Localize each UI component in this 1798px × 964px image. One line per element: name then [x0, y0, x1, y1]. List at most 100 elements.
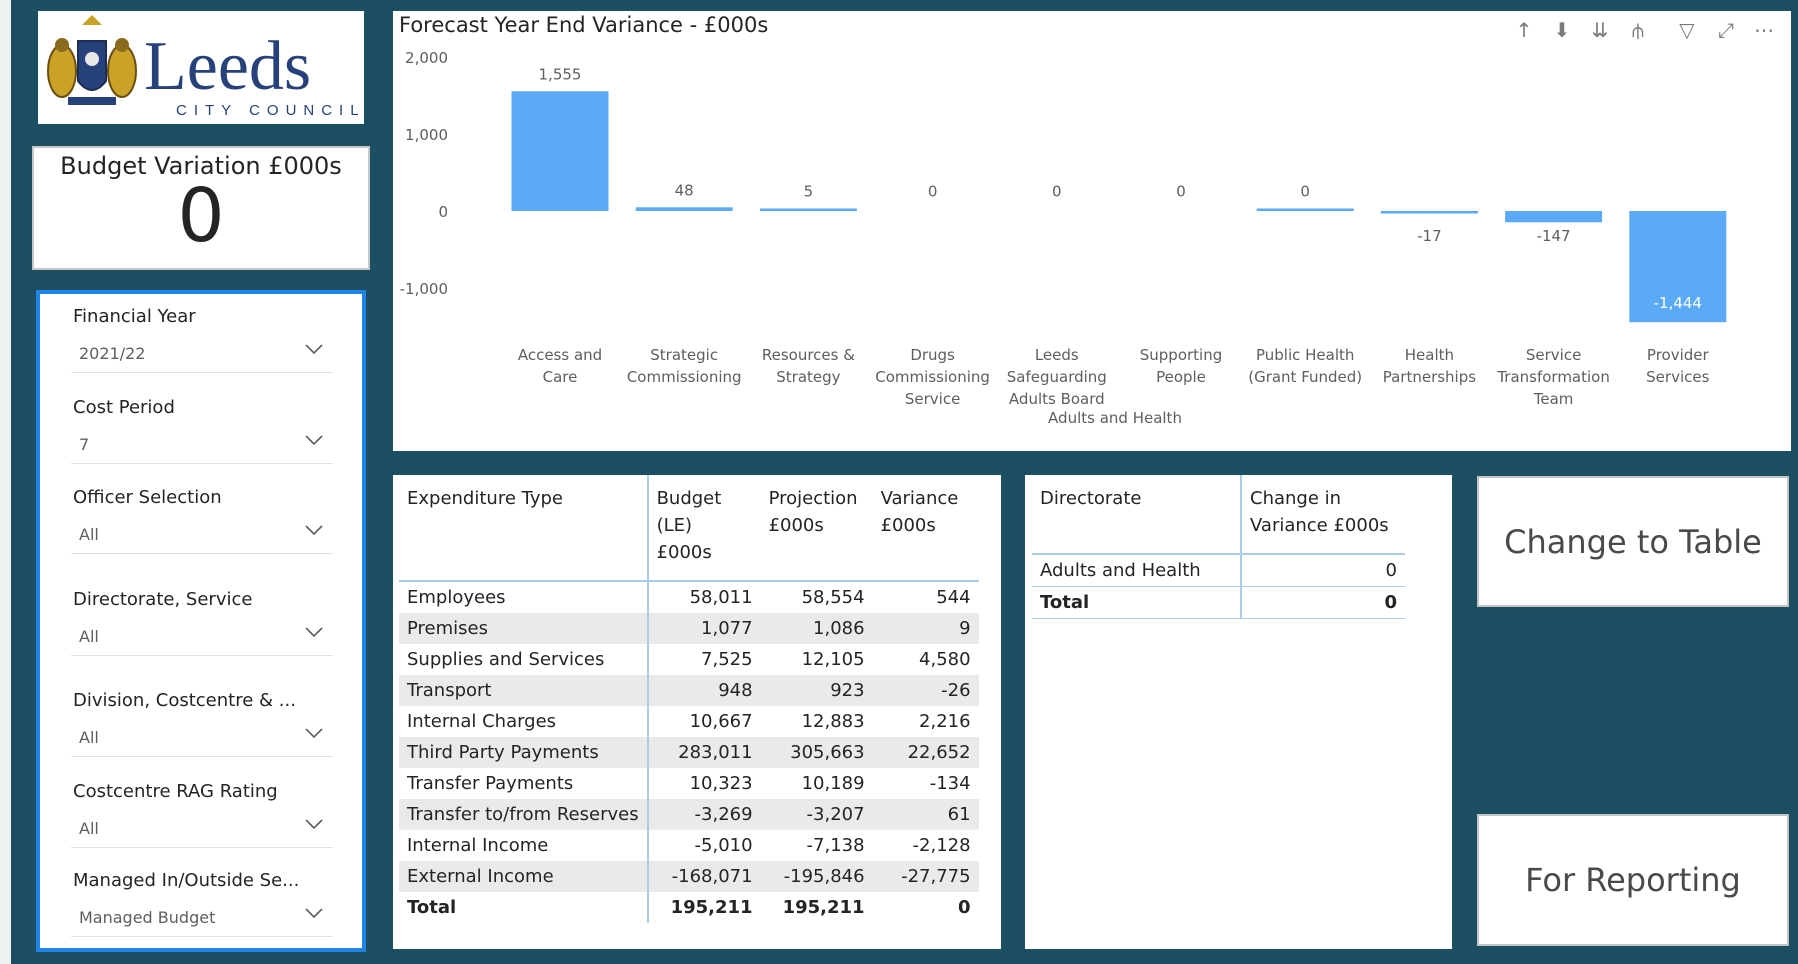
chevron-down-icon: [305, 819, 323, 830]
col-directorate[interactable]: Directorate: [1032, 475, 1242, 555]
bar: [635, 207, 733, 211]
y-tick-label: 0: [438, 203, 448, 221]
cell-variance: 22,652: [872, 737, 979, 768]
category-label: Strategy: [776, 368, 840, 386]
category-label: Strategic: [650, 346, 718, 364]
cell-variance: 61: [872, 799, 979, 830]
cell-type: Transfer Payments: [399, 768, 649, 799]
filter-panel: Financial Year 2021/22 Cost Period 7 Off…: [36, 290, 366, 952]
officer-selection-dropdown[interactable]: All: [71, 515, 333, 554]
category-label: Supporting: [1140, 346, 1223, 364]
category-label: Service: [905, 390, 960, 408]
change-to-table-button[interactable]: Change to Table: [1477, 476, 1789, 607]
col-change-in-variance[interactable]: Change in Variance £000s: [1241, 475, 1405, 555]
cell-projection: -3,207: [760, 799, 873, 830]
y-tick-label: 2,000: [405, 49, 448, 67]
table-row: Transfer Payments 10,323 10,189 -134: [399, 768, 979, 799]
cell-budget: 10,667: [689, 711, 753, 732]
chevron-down-icon: [305, 908, 323, 919]
table-row: Premises 1,077 1,086 9: [399, 613, 979, 644]
col-budget[interactable]: Budget (LE) £000s: [647, 475, 761, 582]
col-expenditure-type[interactable]: Expenditure Type: [399, 475, 649, 582]
cell-budget: -3,269: [647, 799, 761, 830]
y-tick-label: 1,000: [405, 126, 448, 144]
officer-selection-label: Officer Selection: [73, 487, 222, 508]
table-row: Internal Charges 10,667 12,883 2,216: [399, 706, 979, 737]
col-budget-label: Budget (LE) £000s: [656, 488, 722, 563]
managed-budget-label: Managed In/Outside Se...: [73, 870, 300, 891]
cell-budget: 283,011: [647, 737, 761, 768]
col-change-label: Change in Variance £000s: [1250, 488, 1389, 536]
for-reporting-button[interactable]: For Reporting: [1477, 814, 1789, 946]
cell-projection: 12,105: [801, 649, 865, 670]
page-left-edge: [0, 0, 11, 964]
financial-year-label: Financial Year: [73, 306, 196, 327]
costcentre-rag-value: All: [79, 819, 99, 838]
cell-change: 0: [1241, 554, 1405, 587]
directorate-service-dropdown[interactable]: All: [71, 617, 333, 656]
leeds-city-council-logo: Leeds CITY COUNCIL: [38, 11, 364, 124]
y-tick-label: -1,000: [400, 280, 448, 298]
chevron-down-icon: [305, 525, 323, 536]
table-row: Supplies and Services 7,525 12,105 4,580: [399, 644, 979, 675]
category-label: Adults Board: [1009, 390, 1105, 408]
category-label: Leeds: [1035, 346, 1079, 364]
cell-projection: 12,883: [801, 711, 865, 732]
cell-budget: -5,010: [694, 835, 753, 856]
cell-budget: 58,011: [689, 587, 753, 608]
cell-type: Premises: [399, 613, 649, 644]
cell-variance: -26: [872, 675, 979, 706]
cell-type: Internal Income: [399, 830, 649, 861]
col-projection[interactable]: Projection £000s: [760, 475, 873, 582]
category-label: Public Health: [1256, 346, 1354, 364]
category-label: Transformation: [1496, 368, 1610, 386]
cost-period-dropdown[interactable]: 7: [71, 425, 333, 464]
directorate-header-row: Directorate Change in Variance £000s: [1032, 475, 1405, 555]
cell-projection: -7,138: [806, 835, 865, 856]
division-costcentre-dropdown[interactable]: All: [71, 718, 333, 757]
costcentre-rag-dropdown[interactable]: All: [71, 809, 333, 848]
cell-type: Third Party Payments: [399, 737, 649, 768]
total-row: Total 0: [1032, 586, 1405, 619]
category-label: Team: [1533, 390, 1574, 408]
col-variance-label: Variance £000s: [880, 488, 959, 536]
cell-budget: 7,525: [701, 649, 753, 670]
chevron-down-icon: [305, 627, 323, 638]
cell-directorate: Adults and Health: [1032, 554, 1242, 587]
total-projection: 195,211: [782, 897, 865, 918]
total-change: 0: [1241, 586, 1405, 619]
cell-budget: 948: [647, 675, 761, 706]
cell-type: Supplies and Services: [399, 644, 649, 675]
cell-variance: -2,128: [912, 835, 971, 856]
directorate-table: Directorate Change in Variance £000s Adu…: [1025, 475, 1452, 949]
cell-variance: 4,580: [919, 649, 971, 670]
data-label: -1,444: [1654, 294, 1702, 312]
data-label: 48: [675, 181, 694, 199]
table-row: Third Party Payments 283,011 305,663 22,…: [399, 737, 979, 768]
cell-type: Employees: [399, 581, 649, 613]
directorate-service-value: All: [79, 627, 99, 646]
cell-variance: 2,216: [919, 711, 971, 732]
cell-projection: 58,554: [801, 587, 865, 608]
cell-budget: 1,077: [647, 613, 761, 644]
logo-subtitle: CITY COUNCIL: [176, 102, 364, 119]
managed-budget-value: Managed Budget: [79, 908, 216, 927]
cell-projection: 1,086: [760, 613, 873, 644]
cell-variance: -27,775: [872, 861, 979, 892]
data-label: 1,555: [539, 65, 582, 83]
data-label: 0: [1176, 183, 1186, 201]
managed-budget-dropdown[interactable]: Managed Budget: [71, 898, 333, 937]
total-label: Total: [1032, 586, 1242, 619]
category-label: People: [1156, 368, 1206, 386]
data-label: 0: [1052, 183, 1062, 201]
category-label: (Grant Funded): [1248, 368, 1362, 386]
data-label: -17: [1417, 227, 1442, 245]
financial-year-dropdown[interactable]: 2021/22: [71, 334, 333, 373]
category-label: Access and: [518, 346, 602, 364]
cell-projection: -195,846: [760, 861, 873, 892]
bar: [759, 208, 857, 211]
category-label: Drugs: [910, 346, 955, 364]
col-variance[interactable]: Variance £000s: [872, 475, 979, 582]
col-projection-label: Projection £000s: [768, 488, 858, 536]
directorate-service-label: Directorate, Service: [73, 589, 253, 610]
